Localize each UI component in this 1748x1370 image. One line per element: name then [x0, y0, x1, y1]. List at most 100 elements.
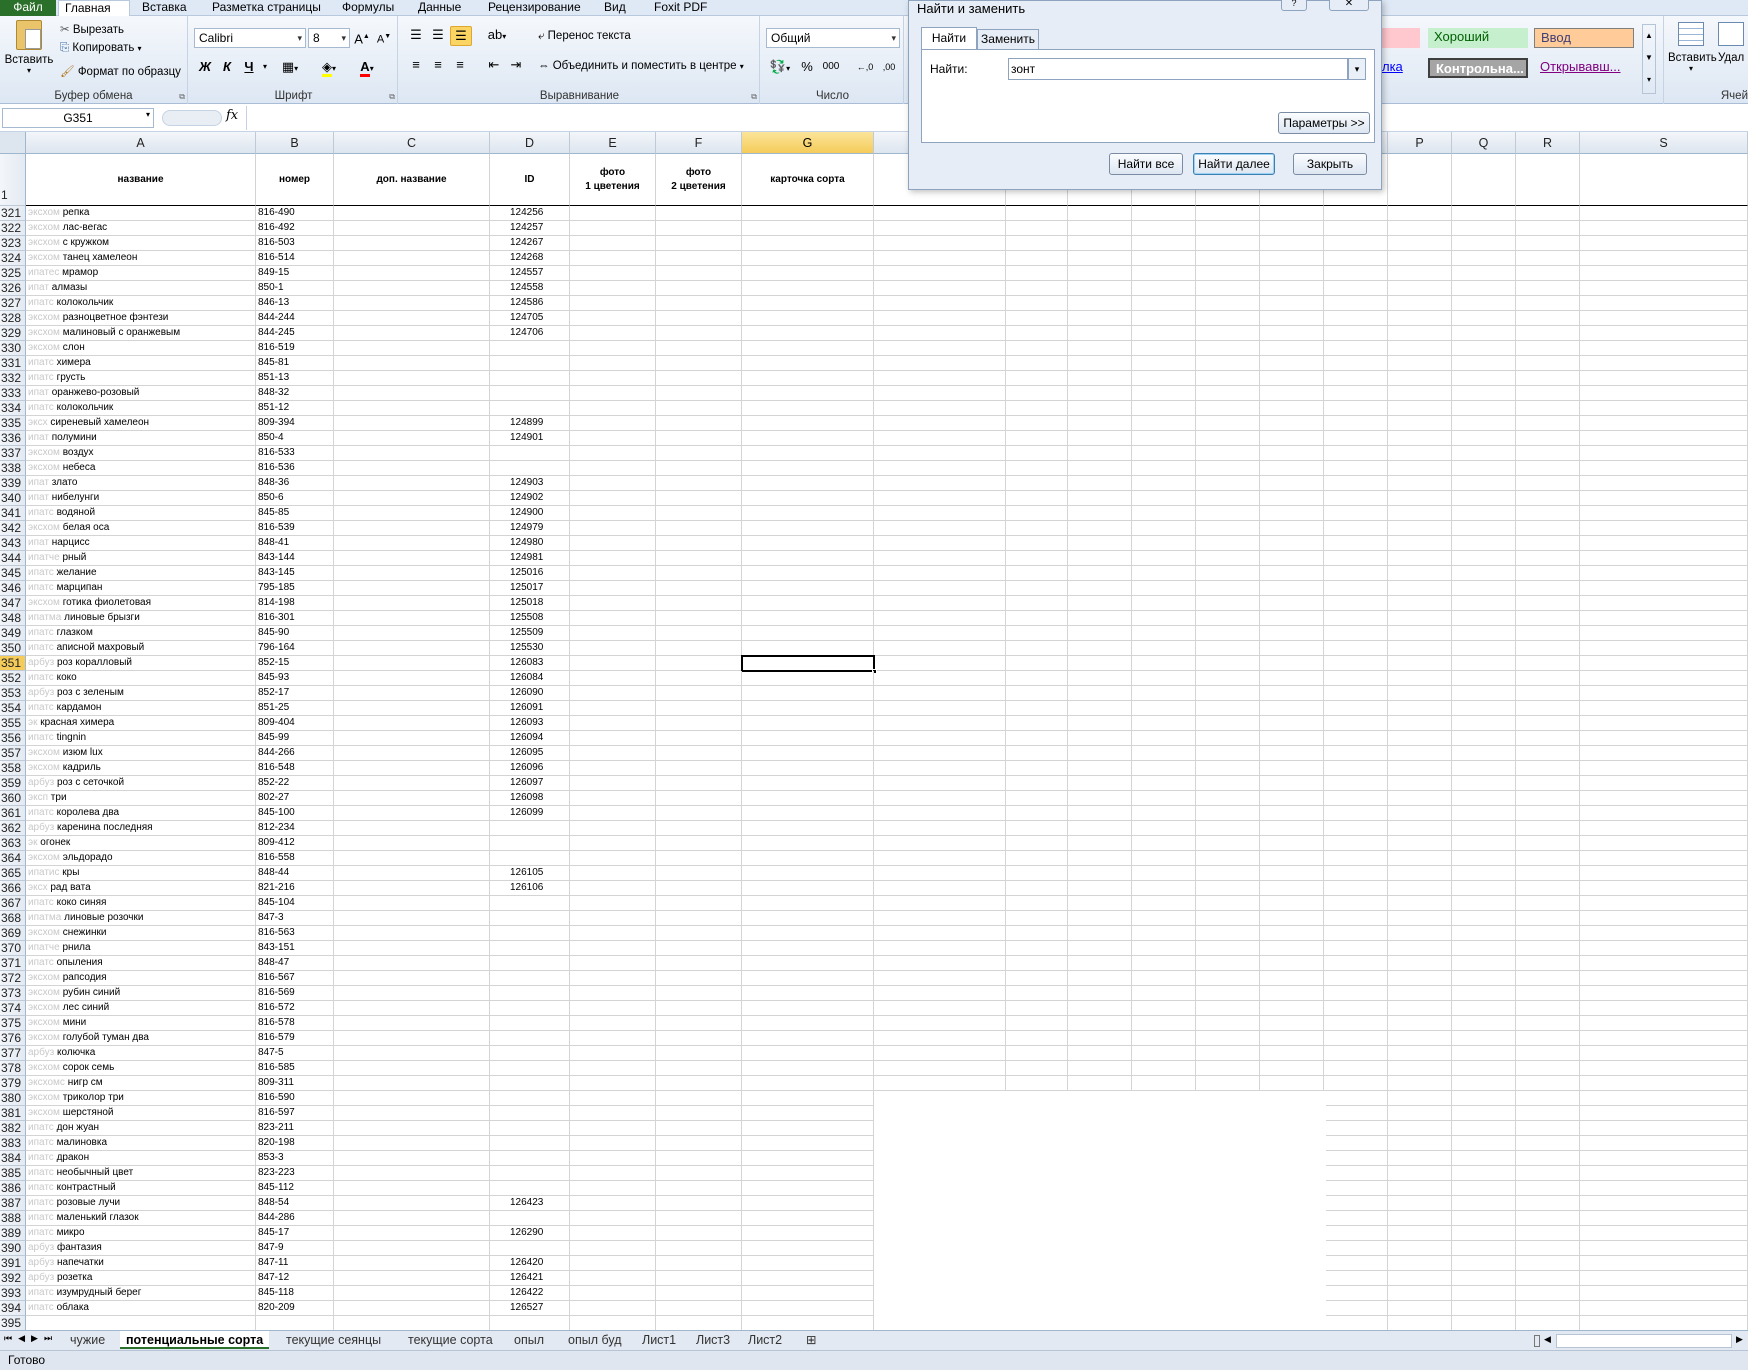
table-cell[interactable]	[334, 326, 490, 341]
table-cell[interactable]	[1452, 956, 1516, 971]
table-cell[interactable]	[1452, 971, 1516, 986]
table-cell[interactable]	[1580, 656, 1748, 671]
table-cell[interactable]	[1516, 716, 1580, 731]
table-cell[interactable]	[334, 566, 490, 581]
table-cell[interactable]	[1260, 326, 1324, 341]
table-cell[interactable]	[1388, 1016, 1452, 1031]
table-cell[interactable]	[656, 281, 742, 296]
number-cell[interactable]: 850-1	[256, 281, 334, 296]
table-cell[interactable]	[570, 461, 656, 476]
table-cell[interactable]	[656, 221, 742, 236]
table-cell[interactable]	[874, 881, 1006, 896]
tab-data[interactable]: Данные	[412, 0, 467, 16]
table-cell[interactable]	[1324, 446, 1388, 461]
table-cell[interactable]	[1132, 596, 1196, 611]
table-cell[interactable]	[1068, 386, 1132, 401]
name-cell[interactable]: ипатс опыления	[26, 956, 256, 971]
table-cell[interactable]	[334, 731, 490, 746]
table-cell[interactable]	[1452, 866, 1516, 881]
table-cell[interactable]	[1452, 701, 1516, 716]
table-cell[interactable]	[1132, 326, 1196, 341]
table-cell[interactable]	[1260, 626, 1324, 641]
row-header[interactable]: 324	[0, 251, 26, 266]
row-header[interactable]: 333	[0, 386, 26, 401]
sheet-tab[interactable]: чужие	[64, 1331, 111, 1349]
table-cell[interactable]	[1388, 986, 1452, 1001]
table-cell[interactable]	[656, 986, 742, 1001]
table-cell[interactable]	[1580, 521, 1748, 536]
table-cell[interactable]	[1324, 791, 1388, 806]
table-cell[interactable]	[874, 671, 1006, 686]
id-cell[interactable]	[490, 1091, 570, 1106]
table-cell[interactable]	[874, 386, 1006, 401]
tab-replace[interactable]: Заменить	[977, 29, 1039, 49]
number-cell[interactable]: 845-118	[256, 1286, 334, 1301]
number-cell[interactable]: 845-17	[256, 1226, 334, 1241]
table-cell[interactable]	[1388, 521, 1452, 536]
table-cell[interactable]	[1580, 341, 1748, 356]
table-cell[interactable]	[1260, 656, 1324, 671]
table-cell[interactable]	[1324, 1061, 1388, 1076]
number-cell[interactable]: 844-266	[256, 746, 334, 761]
table-cell[interactable]	[1452, 761, 1516, 776]
tab-formulas[interactable]: Формулы	[336, 0, 400, 16]
table-cell[interactable]	[1324, 536, 1388, 551]
name-cell[interactable]: эксхом готика фиолетовая	[26, 596, 256, 611]
table-cell[interactable]	[1580, 1151, 1748, 1166]
table-cell[interactable]	[1196, 521, 1260, 536]
table-cell[interactable]	[1516, 506, 1580, 521]
id-cell[interactable]: 124557	[490, 266, 570, 281]
table-cell[interactable]	[1260, 701, 1324, 716]
name-cell[interactable]: ипатс изумрудный берег	[26, 1286, 256, 1301]
table-cell[interactable]	[1006, 326, 1068, 341]
table-cell[interactable]	[874, 926, 1006, 941]
table-cell[interactable]	[334, 836, 490, 851]
table-cell[interactable]	[656, 851, 742, 866]
table-cell[interactable]	[1516, 431, 1580, 446]
name-cell[interactable]: ипатче рнила	[26, 941, 256, 956]
table-cell[interactable]	[570, 971, 656, 986]
name-cell[interactable]: эксхомс нигр см	[26, 1076, 256, 1091]
table-cell[interactable]	[1132, 581, 1196, 596]
table-cell[interactable]	[1580, 1061, 1748, 1076]
decrease-decimal-icon[interactable]: ,00	[878, 58, 900, 76]
table-cell[interactable]	[1196, 746, 1260, 761]
table-cell[interactable]	[656, 881, 742, 896]
dialog-launcher-icon[interactable]: ⧉	[389, 92, 395, 102]
align-top-icon[interactable]: ☰	[406, 26, 426, 44]
table-cell[interactable]	[1580, 701, 1748, 716]
table-cell[interactable]	[1196, 506, 1260, 521]
table-cell[interactable]	[1452, 791, 1516, 806]
table-cell[interactable]	[1388, 296, 1452, 311]
id-cell[interactable]	[490, 1016, 570, 1031]
table-cell[interactable]	[1324, 851, 1388, 866]
table-cell[interactable]	[742, 401, 874, 416]
table-cell[interactable]	[1580, 1166, 1748, 1181]
table-cell[interactable]	[1260, 521, 1324, 536]
table-cell[interactable]	[1388, 971, 1452, 986]
row-header[interactable]: 346	[0, 581, 26, 596]
table-cell[interactable]	[1260, 1031, 1324, 1046]
table-cell[interactable]	[656, 1286, 742, 1301]
table-cell[interactable]	[1196, 356, 1260, 371]
table-cell[interactable]	[1324, 206, 1388, 221]
row-header[interactable]: 380	[0, 1091, 26, 1106]
table-cell[interactable]	[1132, 506, 1196, 521]
table-cell[interactable]	[1260, 1046, 1324, 1061]
table-cell[interactable]	[1452, 1076, 1516, 1091]
id-cell[interactable]: 126091	[490, 701, 570, 716]
table-cell[interactable]	[742, 1301, 874, 1316]
table-cell[interactable]	[1388, 716, 1452, 731]
table-cell[interactable]	[1388, 836, 1452, 851]
table-cell[interactable]	[1580, 971, 1748, 986]
paste-dropdown-icon[interactable]: ▾	[4, 66, 54, 75]
table-cell[interactable]	[1580, 206, 1748, 221]
table-cell[interactable]	[1388, 746, 1452, 761]
table-cell[interactable]	[1452, 1226, 1516, 1241]
tab-review[interactable]: Рецензирование	[482, 0, 587, 16]
table-cell[interactable]	[874, 506, 1006, 521]
table-cell[interactable]	[1260, 311, 1324, 326]
table-cell[interactable]	[1580, 941, 1748, 956]
table-cell[interactable]	[1132, 311, 1196, 326]
table-cell[interactable]	[1388, 1061, 1452, 1076]
